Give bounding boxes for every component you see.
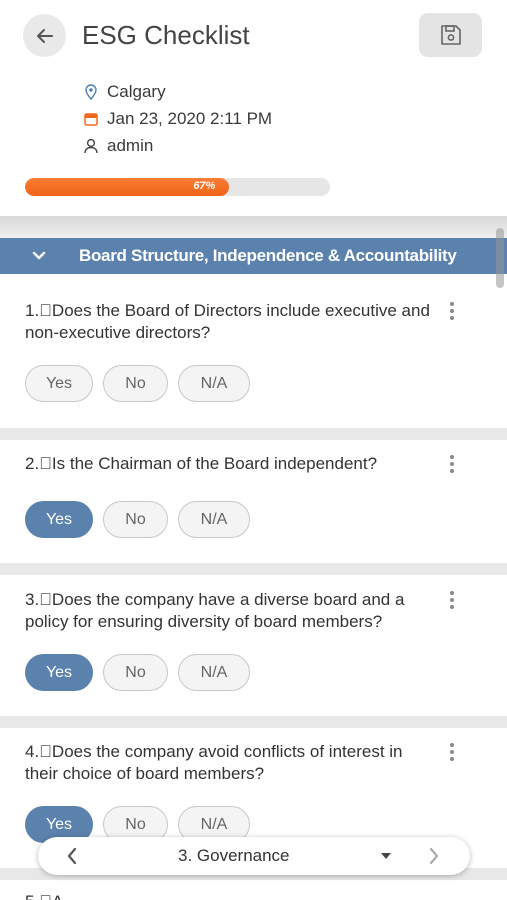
chevron-left-icon[interactable] (60, 844, 84, 868)
scrollbar[interactable] (496, 228, 504, 288)
question-3-no-button[interactable]: No (103, 654, 168, 691)
divider (0, 716, 507, 728)
floppy-disk-icon (440, 25, 461, 45)
progress-fill: 67% (25, 178, 230, 196)
question-2-more-icon[interactable] (444, 453, 460, 475)
date-row: Jan 23, 2020 2:11 PM (83, 109, 272, 129)
question-3-text: 3. Does the company have a diverse board… (25, 590, 405, 631)
question-2-options: Yes No N/A (25, 501, 260, 538)
question-2-na-button[interactable]: N/A (178, 501, 250, 538)
question-1-more-icon[interactable] (444, 300, 460, 322)
progress-bar: 67% (25, 178, 330, 196)
user-row: admin (83, 136, 153, 156)
user-text: admin (107, 136, 154, 155)
question-2-yes-button[interactable]: Yes (25, 501, 93, 538)
header: ESG Checklist Calgary Jan 23, 2020 2:11 … (0, 0, 507, 216)
back-button[interactable] (23, 14, 66, 57)
location-row: Calgary (83, 82, 166, 102)
section-selector[interactable]: 3. Governance (178, 846, 290, 866)
question-1-na-button[interactable]: N/A (178, 365, 250, 402)
header-divider (0, 216, 507, 238)
caret-down-icon[interactable] (378, 849, 394, 863)
map-pin-icon (83, 83, 99, 101)
divider (0, 563, 507, 575)
question-2-text: 2. Is the Chairman of the Board independ… (25, 454, 378, 473)
calendar-icon (83, 110, 99, 128)
question-1-yes-button[interactable]: Yes (25, 365, 93, 402)
question-1-options: Yes No N/A (25, 365, 260, 402)
question-3-options: Yes No N/A (25, 654, 260, 691)
question-5-text: 5. A (25, 892, 63, 900)
datetime-text: Jan 23, 2020 2:11 PM (107, 109, 273, 128)
divider (0, 428, 507, 440)
progress-label: 67% (193, 180, 216, 192)
page-title: ESG Checklist (82, 20, 250, 50)
save-button[interactable] (419, 13, 482, 57)
question-2-no-button[interactable]: No (103, 501, 168, 538)
question-4-more-icon[interactable] (444, 741, 460, 763)
arrow-left-icon (36, 28, 53, 43)
location-text: Calgary (107, 82, 166, 101)
question-1-no-button[interactable]: No (103, 365, 168, 402)
chevron-down-icon (32, 248, 48, 264)
question-3-yes-button[interactable]: Yes (25, 654, 93, 691)
user-icon (83, 137, 99, 155)
section-header[interactable]: Board Structure, Independence & Accounta… (0, 238, 507, 274)
section-title: Board Structure, Independence & Accounta… (79, 246, 457, 265)
section-navigator: 3. Governance (38, 837, 470, 875)
chevron-right-icon[interactable] (422, 844, 446, 868)
question-4-text: 4. Does the company avoid conflicts of i… (25, 742, 403, 783)
question-1-text: 1. Does the Board of Directors include e… (25, 301, 430, 342)
question-3-na-button[interactable]: N/A (178, 654, 250, 691)
question-3-more-icon[interactable] (444, 589, 460, 611)
